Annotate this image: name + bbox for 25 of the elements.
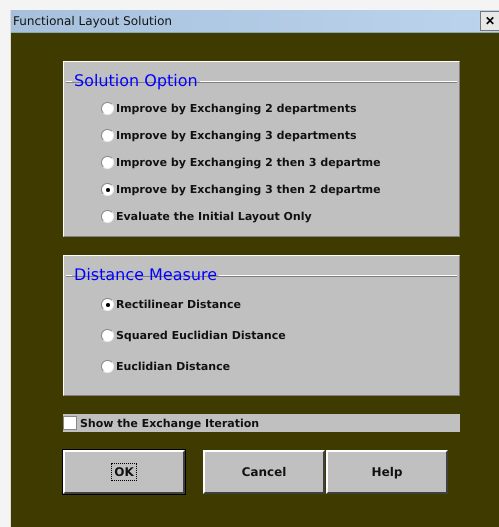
dialog-button[interactable]: Help — [326, 450, 448, 494]
group-title: Distance Measure — [73, 266, 218, 284]
option-label: Improve by Exchanging 2 departments — [116, 102, 356, 115]
option-label: Euclidian Distance — [116, 360, 230, 373]
window-title: Functional Layout Solution — [12, 14, 172, 28]
radio-button[interactable] — [101, 102, 114, 115]
radio-button[interactable] — [101, 129, 114, 142]
option-label: Evaluate the Initial Layout Only — [116, 210, 312, 223]
radio-button[interactable] — [101, 183, 114, 196]
checkbox-label: Show the Exchange Iteration — [80, 416, 260, 430]
checkbox[interactable] — [63, 416, 77, 430]
radio-button[interactable] — [101, 156, 114, 169]
dialog-button[interactable]: Cancel — [203, 450, 325, 494]
radio-button[interactable] — [101, 329, 114, 342]
option-label: Improve by Exchanging 3 then 2 departme — [116, 183, 381, 196]
option-label: Improve by Exchanging 2 then 3 departme — [116, 156, 381, 169]
group-title: Solution Option — [73, 72, 199, 90]
option-label: Rectilinear Distance — [116, 298, 241, 311]
close-button[interactable]: ✕ — [480, 11, 499, 31]
radio-button[interactable] — [101, 360, 114, 373]
radio-button[interactable] — [101, 298, 114, 311]
option-label: Improve by Exchanging 3 departments — [116, 129, 356, 142]
radio-button[interactable] — [101, 210, 114, 223]
dialog-button[interactable]: OK — [63, 450, 185, 494]
option-label: Squared Euclidian Distance — [116, 329, 286, 342]
